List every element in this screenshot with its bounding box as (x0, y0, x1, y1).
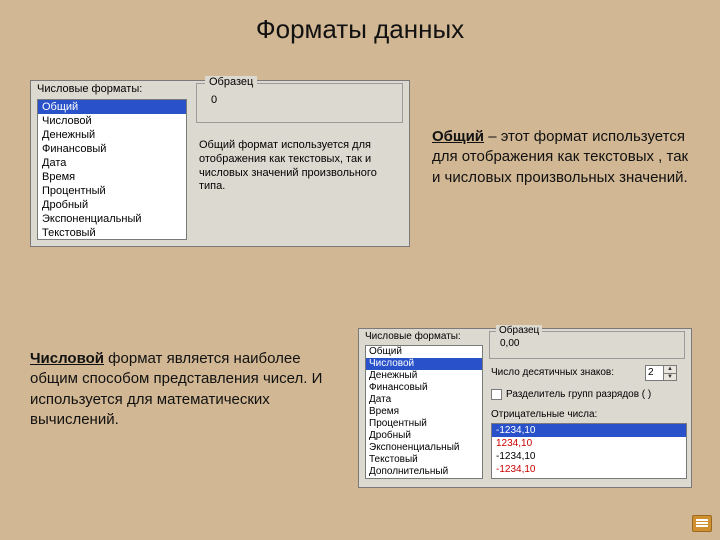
decimals-spinner[interactable]: 2 ▲ ▼ (645, 365, 677, 381)
page-title: Форматы данных (0, 14, 720, 45)
category-listbox[interactable]: Общий Числовой Денежный Финансовый Дата … (37, 99, 187, 240)
category-item[interactable]: Финансовый (366, 382, 482, 394)
negatives-item[interactable]: -1234,10 (492, 424, 686, 437)
category-item[interactable]: Экспоненциальный (366, 442, 482, 454)
negatives-label: Отрицательные числа: (491, 409, 597, 420)
category-item[interactable]: Числовой (366, 358, 482, 370)
category-item[interactable]: Дополнительный (366, 466, 482, 478)
caption-number: Числовой формат является наиболее общим … (30, 349, 340, 430)
format-description: Общий формат используется для отображени… (199, 139, 399, 194)
caption-number-lead: Числовой (30, 350, 104, 367)
caption-general: Общий – этот формат используется для ото… (432, 127, 690, 188)
sample-legend: Образец (205, 76, 257, 88)
category-item[interactable]: Экспоненциальный (38, 212, 186, 226)
category-item[interactable]: Дробный (38, 198, 186, 212)
decimals-label: Число десятичных знаков: (491, 367, 614, 378)
sample-value: 0 (211, 94, 217, 106)
category-item[interactable]: Время (366, 406, 482, 418)
category-item[interactable]: Время (38, 170, 186, 184)
category-item[interactable]: Дата (366, 394, 482, 406)
category-item[interactable]: Текстовый (366, 454, 482, 466)
caption-general-lead: Общий (432, 128, 484, 145)
format-dialog-number: Числовые форматы: Общий Числовой Денежны… (358, 328, 692, 488)
category-listbox[interactable]: Общий Числовой Денежный Финансовый Дата … (365, 345, 483, 479)
checkbox-icon (491, 389, 502, 400)
spinner-down-icon[interactable]: ▼ (664, 373, 676, 381)
category-item[interactable]: Дата (38, 156, 186, 170)
category-item[interactable]: Процентный (366, 418, 482, 430)
sample-groupbox: Образец 0 (196, 83, 403, 123)
category-item[interactable]: Финансовый (38, 142, 186, 156)
sample-value: 0,00 (500, 338, 519, 349)
category-item[interactable]: Процентный (38, 184, 186, 198)
decimals-value: 2 (648, 367, 654, 378)
negatives-item[interactable]: -1234,10 (492, 463, 686, 476)
category-list-label: Числовые форматы: (37, 83, 142, 95)
category-item[interactable]: Общий (38, 100, 186, 114)
negatives-item[interactable]: -1234,10 (492, 450, 686, 463)
category-list-label: Числовые форматы: (365, 331, 461, 342)
category-item[interactable]: Денежный (38, 128, 186, 142)
category-item[interactable]: Текстовый (38, 226, 186, 240)
sample-groupbox: Образец 0,00 (489, 331, 685, 359)
spinner-arrows[interactable]: ▲ ▼ (663, 366, 676, 380)
category-item[interactable]: Общий (366, 346, 482, 358)
negatives-item[interactable]: 1234,10 (492, 437, 686, 450)
sample-legend: Образец (496, 325, 542, 336)
category-item[interactable]: Дробный (366, 430, 482, 442)
category-item[interactable]: (все форматы) (366, 478, 482, 479)
category-item[interactable]: Числовой (38, 114, 186, 128)
thousands-separator-checkbox[interactable]: Разделитель групп разрядов ( ) (491, 389, 651, 400)
format-dialog-general: Числовые форматы: Общий Числовой Денежны… (30, 80, 410, 247)
negatives-listbox[interactable]: -1234,10 1234,10 -1234,10 -1234,10 (491, 423, 687, 479)
thousands-label: Разделитель групп разрядов ( ) (506, 389, 651, 400)
category-item[interactable]: Денежный (366, 370, 482, 382)
menu-icon[interactable] (692, 515, 712, 532)
